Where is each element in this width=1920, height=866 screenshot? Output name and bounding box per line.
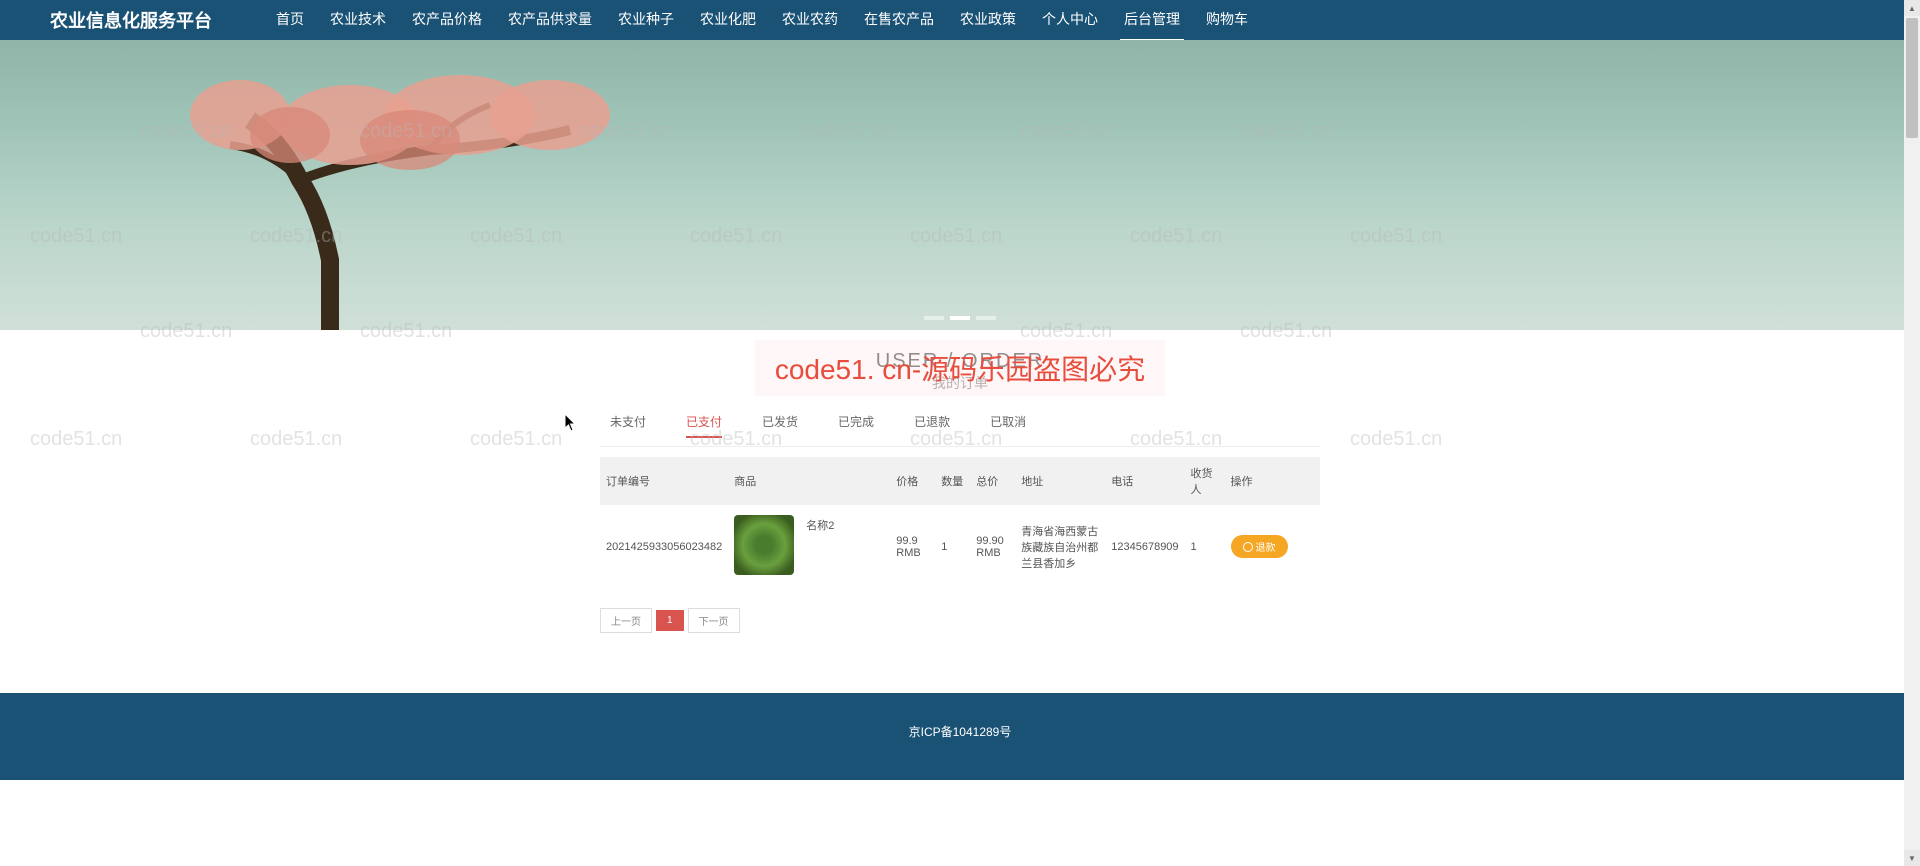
cell-product-img — [728, 505, 800, 588]
nav-price[interactable]: 农产品价格 — [408, 0, 486, 42]
page-prev[interactable]: 上一页 — [600, 608, 652, 633]
scrollbar-down-icon[interactable]: ▼ — [1904, 850, 1920, 866]
indicator-1[interactable] — [924, 316, 944, 320]
cell-qty: 1 — [935, 505, 970, 588]
header: 农业信息化服务平台 首页 农业技术 农产品价格 农产品供求量 农业种子 农业化肥… — [0, 0, 1920, 40]
nav-seed[interactable]: 农业种子 — [614, 0, 678, 42]
th-phone: 电话 — [1105, 457, 1184, 505]
refund-label: 退款 — [1256, 539, 1276, 554]
nav-backend[interactable]: 后台管理 — [1120, 0, 1184, 42]
tab-cancelled[interactable]: 已取消 — [990, 413, 1026, 438]
footer: 京ICP备1041289号 — [0, 693, 1920, 780]
nav-personal[interactable]: 个人中心 — [1038, 0, 1102, 42]
tab-completed[interactable]: 已完成 — [838, 413, 874, 438]
banner — [0, 40, 1920, 330]
cell-receiver: 1 — [1185, 505, 1225, 588]
product-thumbnail — [734, 515, 794, 575]
th-address: 地址 — [1015, 457, 1105, 505]
th-qty: 数量 — [935, 457, 970, 505]
scrollbar-thumb[interactable] — [1906, 18, 1918, 138]
page-1[interactable]: 1 — [656, 610, 684, 631]
nav-onsale[interactable]: 在售农产品 — [860, 0, 938, 42]
nav-supply[interactable]: 农产品供求量 — [504, 0, 596, 42]
refund-icon — [1243, 542, 1253, 552]
table-row: 2021425933056023482 名称2 99.9 RMB 1 99.90… — [600, 505, 1320, 588]
cell-orderno: 2021425933056023482 — [600, 505, 728, 588]
order-tabs: 未支付 已支付 已发货 已完成 已退款 已取消 — [600, 413, 1320, 447]
cell-phone: 12345678909 — [1105, 505, 1184, 588]
cell-action: 退款 — [1225, 505, 1320, 588]
cell-price: 99.9 RMB — [890, 505, 935, 588]
tab-unpaid[interactable]: 未支付 — [610, 413, 646, 438]
tab-shipped[interactable]: 已发货 — [762, 413, 798, 438]
pagination: 上一页 1 下一页 — [600, 608, 1320, 633]
refund-button[interactable]: 退款 — [1231, 535, 1288, 558]
cell-total: 99.90 RMB — [970, 505, 1015, 588]
watermark-overlay-text: code51. cn-源码乐园盗图必究 — [755, 340, 1165, 396]
indicator-3[interactable] — [976, 316, 996, 320]
nav-home[interactable]: 首页 — [272, 0, 308, 42]
nav-pesticide[interactable]: 农业农药 — [778, 0, 842, 42]
nav-fertilizer[interactable]: 农业化肥 — [696, 0, 760, 42]
page-next[interactable]: 下一页 — [688, 608, 740, 633]
th-product: 商品 — [728, 457, 800, 505]
scrollbar-track[interactable]: ▲ ▼ — [1904, 0, 1920, 866]
table-header-row: 订单编号 商品 价格 数量 总价 地址 电话 收货人 操作 — [600, 457, 1320, 505]
cell-address: 青海省海西蒙古族藏族自治州都兰县香加乡 — [1015, 505, 1105, 588]
footer-icp: 京ICP备1041289号 — [0, 723, 1920, 740]
tab-paid[interactable]: 已支付 — [686, 413, 722, 438]
nav-tech[interactable]: 农业技术 — [326, 0, 390, 42]
th-total: 总价 — [970, 457, 1015, 505]
nav-cart[interactable]: 购物车 — [1202, 0, 1252, 42]
th-empty — [800, 457, 890, 505]
cell-product-name: 名称2 — [800, 505, 890, 588]
th-action: 操作 — [1225, 457, 1320, 505]
main-nav: 首页 农业技术 农产品价格 农产品供求量 农业种子 农业化肥 农业农药 在售农产… — [272, 0, 1252, 42]
nav-policy[interactable]: 农业政策 — [956, 0, 1020, 42]
mouse-cursor-icon — [565, 414, 579, 432]
site-title: 农业信息化服务平台 — [50, 7, 212, 33]
scrollbar-up-icon[interactable]: ▲ — [1904, 0, 1920, 16]
th-receiver: 收货人 — [1185, 457, 1225, 505]
banner-tree-image — [150, 60, 650, 330]
th-price: 价格 — [890, 457, 935, 505]
content-area: 未支付 已支付 已发货 已完成 已退款 已取消 订单编号 商品 价格 数量 总价… — [600, 403, 1320, 673]
th-orderno: 订单编号 — [600, 457, 728, 505]
carousel-indicators — [924, 316, 996, 320]
order-table: 订单编号 商品 价格 数量 总价 地址 电话 收货人 操作 2021425933… — [600, 457, 1320, 588]
tab-refunded[interactable]: 已退款 — [914, 413, 950, 438]
indicator-2[interactable] — [950, 316, 970, 320]
